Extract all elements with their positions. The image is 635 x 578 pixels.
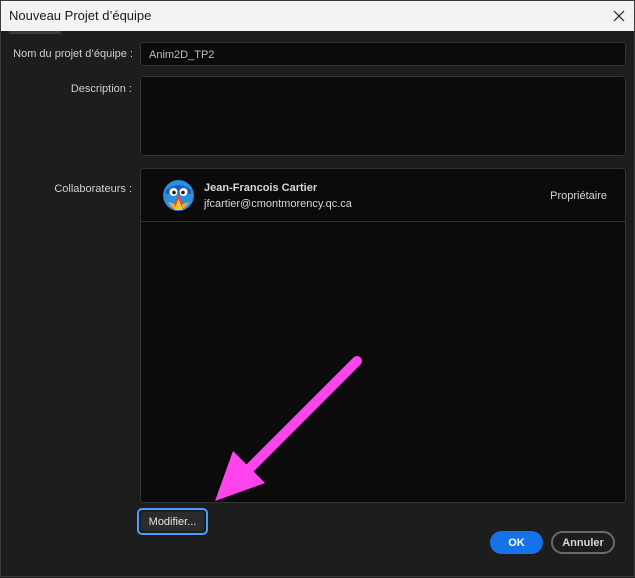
collaborators-list[interactable]: Jean-Francois Cartier jfcartier@cmontmor…: [140, 168, 626, 503]
dialog-title: Nouveau Projet d’équipe: [9, 8, 152, 23]
description-label: Description :: [70, 83, 132, 95]
cartoon-face-avatar-icon: [163, 180, 194, 211]
description-field[interactable]: [140, 76, 626, 156]
project-name-field[interactable]: Anim2D_TP2: [140, 42, 626, 66]
collaborator-row[interactable]: Jean-Francois Cartier jfcartier@cmontmor…: [141, 169, 625, 222]
modify-button[interactable]: Modifier...: [137, 508, 208, 535]
team-project-dialog: Nouveau Projet d’équipe Nom du projet d’…: [0, 0, 635, 577]
title-bar-tab-remnant: [9, 31, 61, 34]
project-name-value: Anim2D_TP2: [149, 49, 215, 61]
collaborators-label: Collaborateurs :: [54, 183, 132, 195]
title-bar: Nouveau Projet d’équipe: [1, 1, 634, 31]
collaborator-name: Jean-Francois Cartier: [204, 182, 318, 194]
collaborator-email: jfcartier@cmontmorency.qc.ca: [204, 198, 352, 210]
modify-button-label: Modifier...: [141, 512, 204, 531]
collaborator-role: Propriétaire: [550, 190, 607, 202]
ok-button[interactable]: OK: [490, 531, 543, 554]
cancel-button[interactable]: Annuler: [551, 531, 615, 554]
close-icon: [613, 10, 625, 22]
project-name-label: Nom du projet d’équipe :: [13, 48, 133, 60]
close-button[interactable]: [604, 1, 634, 31]
avatar: [163, 180, 194, 211]
